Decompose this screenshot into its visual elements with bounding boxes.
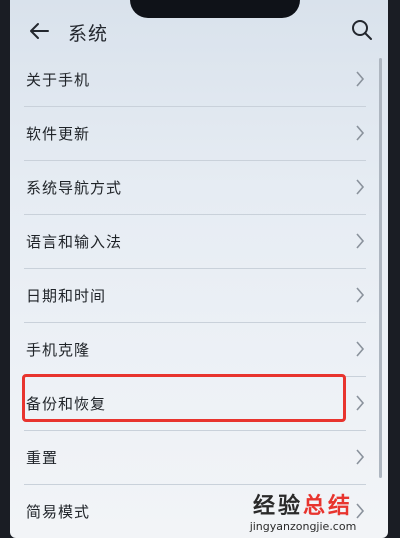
chevron-right-icon bbox=[356, 449, 365, 465]
watermark-logo: 经验总结 bbox=[228, 494, 378, 520]
watermark-url: jingyanzongjie.com bbox=[249, 520, 357, 533]
settings-item-label: 软件更新 bbox=[26, 125, 91, 143]
settings-item-system-navigation[interactable]: 系统导航方式 bbox=[24, 161, 366, 215]
settings-item-date-time[interactable]: 日期和时间 bbox=[24, 269, 366, 323]
search-icon[interactable] bbox=[350, 18, 374, 42]
settings-item-label: 日期和时间 bbox=[26, 287, 107, 305]
highlight-box bbox=[22, 374, 346, 422]
settings-list: 关于手机 软件更新 系统导航方式 语言和输入法 日期和时间 手机克隆 备份和恢复 bbox=[10, 53, 388, 538]
chevron-right-icon bbox=[356, 287, 365, 303]
settings-item-label: 重置 bbox=[26, 449, 59, 467]
settings-item-label: 关于手机 bbox=[26, 71, 91, 89]
settings-item-about-phone[interactable]: 关于手机 bbox=[24, 53, 366, 107]
settings-item-reset[interactable]: 重置 bbox=[24, 431, 366, 485]
chevron-right-icon bbox=[356, 179, 365, 195]
settings-item-software-update[interactable]: 软件更新 bbox=[24, 107, 366, 161]
settings-item-label: 简易模式 bbox=[26, 503, 91, 521]
page-title: 系统 bbox=[68, 23, 109, 45]
settings-item-label: 语言和输入法 bbox=[26, 233, 123, 251]
settings-item-label: 手机克隆 bbox=[26, 341, 91, 359]
settings-item-phone-clone[interactable]: 手机克隆 bbox=[24, 323, 366, 377]
chevron-right-icon bbox=[356, 233, 365, 249]
watermark: 经验总结 jingyanzongjie.com bbox=[228, 494, 378, 534]
watermark-text-part1: 经验 bbox=[252, 494, 303, 519]
settings-item-label: 系统导航方式 bbox=[26, 179, 123, 197]
arrow-left-icon[interactable] bbox=[28, 20, 50, 42]
chevron-right-icon bbox=[356, 395, 365, 411]
chevron-right-icon bbox=[356, 71, 365, 87]
settings-item-language-input[interactable]: 语言和输入法 bbox=[24, 215, 366, 269]
phone-screen: 系统 关于手机 软件更新 系统导航方式 语言和输入法 日期和时间 手机克隆 备份… bbox=[10, 0, 388, 538]
chevron-right-icon bbox=[356, 125, 365, 141]
chevron-right-icon bbox=[356, 341, 365, 357]
watermark-text-part2: 总结 bbox=[303, 494, 354, 519]
